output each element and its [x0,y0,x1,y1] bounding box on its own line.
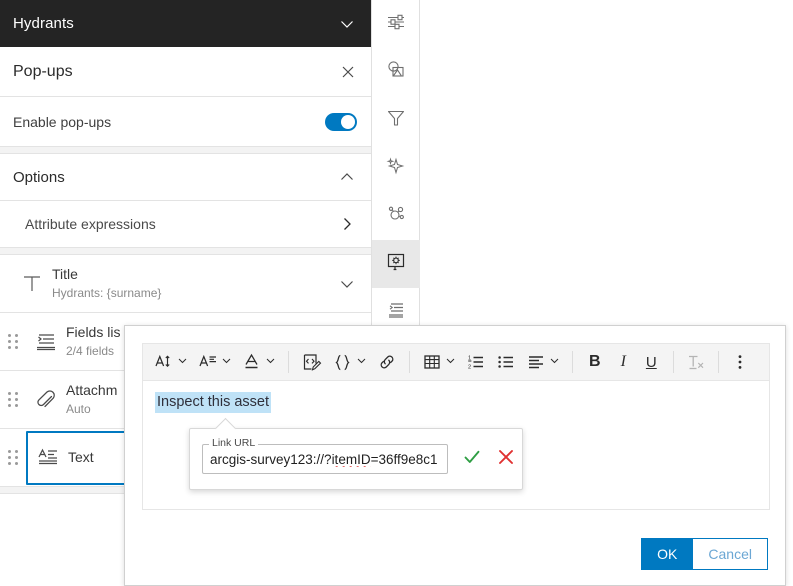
chevron-down-icon [445,353,456,371]
x-icon [496,447,516,472]
bold-button[interactable]: B [580,347,610,377]
unordered-list-button[interactable] [491,347,521,377]
section-divider [0,147,371,154]
enable-popups-toggle[interactable] [325,112,357,131]
link-url-popover: Link URL arcgis-survey123://?itemID=36ff… [189,428,523,490]
sliders-icon [385,11,407,38]
layer-title: Hydrants [13,15,74,32]
toolbar-divider [572,351,573,373]
rich-text-editor: 1 2 B I U Inspect this asset Link URL ar… [142,343,770,510]
text-element-dialog: 1 2 B I U Inspect this asset Link URL ar… [124,325,786,586]
popup-element-title[interactable]: Title Hydrants: {surname} [0,255,371,313]
italic-label: I [620,353,626,370]
popups-tool[interactable] [372,240,420,288]
cancel-button[interactable]: Cancel [692,538,768,570]
font-size-button[interactable] [149,347,193,377]
insert-link-button[interactable] [372,347,402,377]
paragraph-format-button[interactable] [193,347,237,377]
underline-button[interactable]: U [637,347,666,377]
fields-list-icon [26,330,66,354]
popup-element-title-text: Title Hydrants: {surname} [52,266,337,301]
chevron-down-icon [221,353,232,371]
section-divider-2 [0,248,371,255]
insert-table-button[interactable] [417,347,461,377]
toolbar-divider [288,351,289,373]
toggle-knob [341,114,355,129]
chevron-down-icon[interactable] [337,274,357,294]
underline-label: U [645,353,657,371]
fields-icon [385,299,407,326]
styles-tool[interactable] [372,48,420,96]
chevron-down-icon[interactable] [337,14,357,34]
chevron-up-icon[interactable] [337,167,357,187]
text-element-icon [28,446,68,470]
selected-text[interactable]: Inspect this asset [155,392,272,413]
link-url-field-wrap: Link URL arcgis-survey123://?itemID=36ff… [202,437,448,474]
attribute-expressions-row[interactable]: Attribute expressions [0,201,371,248]
sparkle-icon [385,155,407,182]
link-url-legend: Link URL [209,437,259,449]
toolbar-divider [672,351,674,373]
drag-handle-icon[interactable] [0,334,26,349]
link-url-value: arcgis-survey123://?itemID=36ff9e8c1 [210,452,438,467]
funnel-icon [385,107,407,134]
options-section-header[interactable]: Options [0,154,371,201]
clustering-tool[interactable] [372,192,420,240]
close-icon[interactable] [339,63,357,81]
italic-button[interactable]: I [610,347,637,377]
drag-handle-icon[interactable] [0,392,26,407]
source-code-button[interactable] [296,347,327,377]
molecule-icon [385,203,407,230]
url-misspelled: itemID [331,451,371,467]
expression-button[interactable] [327,347,372,377]
editor-toolbar: 1 2 B I U [143,344,769,381]
toolbar-divider [717,351,719,373]
link-cancel-button[interactable] [496,447,516,472]
image-symbol-icon [385,59,407,86]
chevron-right-icon[interactable] [337,214,357,234]
svg-text:2: 2 [468,365,471,371]
element-title: Title [52,266,78,282]
editor-content-area[interactable]: Inspect this asset Link URL arcgis-surve… [143,381,769,509]
enable-popups-label: Enable pop-ups [13,113,112,130]
clear-formatting-button[interactable] [681,347,711,377]
title-text-icon [12,272,52,296]
check-icon [462,447,482,472]
toolbar-divider [409,351,410,373]
filter-tool[interactable] [372,96,420,144]
url-head: arcgis-survey123://? [210,451,332,467]
panel-title-row: Pop-ups [0,47,371,97]
url-tail: =36ff9e8c1 [370,451,438,467]
drag-handle-icon[interactable] [0,450,26,465]
attribute-expressions-label: Attribute expressions [25,216,156,232]
enable-popups-row: Enable pop-ups [0,97,371,147]
ordered-list-button[interactable]: 1 2 [461,347,491,377]
ok-button[interactable]: OK [641,538,693,570]
more-options-button[interactable] [726,347,754,377]
app-root: Hydrants Pop-ups Enable pop-ups Options … [0,0,793,586]
link-confirm-button[interactable] [462,447,482,472]
chevron-down-icon [177,353,188,371]
popup-gear-icon [385,251,407,278]
font-color-button[interactable] [237,347,281,377]
options-label: Options [13,168,65,186]
chevron-down-icon [549,353,560,371]
effects-tool[interactable] [372,144,420,192]
align-button[interactable] [521,347,565,377]
layer-header[interactable]: Hydrants [0,0,371,47]
dialog-footer: OK Cancel [125,523,785,585]
page-title: Pop-ups [13,62,73,80]
chevron-down-icon [265,353,276,371]
properties-tool[interactable] [372,0,420,48]
chevron-down-icon [356,353,367,371]
element-subtitle: Hydrants: {surname} [52,286,162,300]
paperclip-icon [26,388,66,412]
bold-label: B [589,353,601,370]
